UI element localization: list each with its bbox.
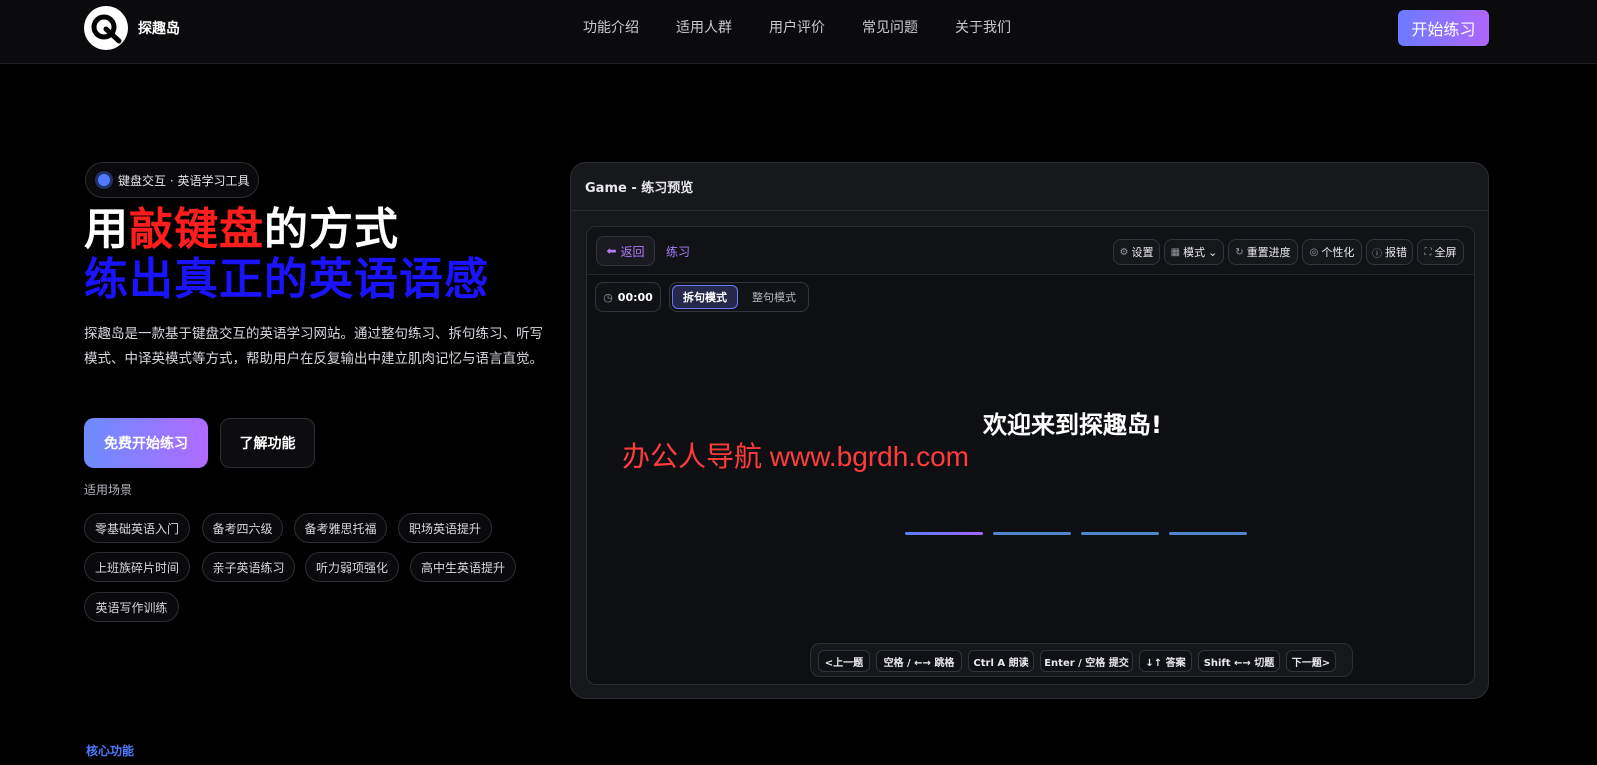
switch-question-key[interactable]: Shift ←→ 切题 [1198, 650, 1280, 672]
tab-whole-mode[interactable]: 整句模式 [742, 285, 806, 309]
read-aloud-key[interactable]: Ctrl A 朗读 [968, 650, 1034, 672]
progress-segment [905, 532, 983, 535]
fullscreen-icon: ⛶ [1424, 246, 1432, 258]
clock-icon: ◷ [603, 290, 613, 304]
brand[interactable]: 探趣岛 [84, 6, 180, 50]
hero-badge: 键盘交互 · 英语学习工具 [85, 162, 259, 198]
next-question-key[interactable]: 下一题> [1286, 650, 1336, 672]
answer-key[interactable]: ↓↑ 答案 [1139, 650, 1192, 672]
hero-description: 探趣岛是一款基于键盘交互的英语学习网站。通过整句练习、拆句练习、听写模式、中译英… [84, 326, 543, 367]
fullscreen-button[interactable]: ⛶ 全屏 [1417, 239, 1464, 265]
shortcut-bar: <上一题 空格 / ←→ 跳格 Ctrl A 朗读 Enter / 空格 提交 … [810, 643, 1353, 677]
settings-label: 设置 [1131, 246, 1154, 259]
core-features-label: 核心功能 [86, 744, 135, 758]
scenario-chip[interactable]: 亲子英语练习 [202, 552, 295, 582]
free-start-button[interactable]: 免费开始练习 [84, 418, 208, 468]
title-part2: 的方式 [264, 204, 399, 255]
progress-segment [1169, 532, 1247, 535]
back-button[interactable]: ⬅ 返回 [596, 236, 655, 266]
grid-icon: ▦ [1170, 246, 1181, 258]
main-nav: 功能介绍 适用人群 用户评价 常见问题 关于我们 [583, 0, 1048, 54]
mode-label: 模式 [1183, 246, 1206, 259]
scenario-chip[interactable]: 高中生英语提升 [410, 552, 516, 582]
back-label: 返回 [620, 244, 645, 259]
badge-dot-icon [98, 174, 110, 186]
game-window: ⬅ 返回 练习 ⚙ 设置 ▦ 模式 ⌄ ↻ 重置进度 ◎ 个性化 ⓘ 报错 ⛶ … [586, 226, 1475, 685]
scenario-chip[interactable]: 英语写作训练 [84, 592, 179, 622]
scenario-chip[interactable]: 备考四六级 [202, 513, 283, 543]
back-arrow-icon: ⬅ [606, 244, 617, 258]
game-preview-panel: Game - 练习预览 ⬅ 返回 练习 ⚙ 设置 ▦ 模式 ⌄ ↻ 重置进度 ◎ [570, 162, 1489, 699]
hero-title: 用敲键盘的方式 练出真正的英语语感 [84, 205, 489, 305]
panel-title: Game - 练习预览 [571, 163, 1488, 211]
refresh-icon: ↻ [1235, 246, 1244, 258]
palette-icon: ◎ [1309, 246, 1319, 258]
report-button[interactable]: ⓘ 报错 [1366, 239, 1413, 265]
scenario-chip[interactable]: 上班族碎片时间 [84, 552, 190, 582]
timer: ◷ 00:00 [595, 282, 661, 312]
reset-progress-button[interactable]: ↻ 重置进度 [1228, 239, 1298, 265]
submit-key[interactable]: Enter / 空格 提交 [1040, 650, 1133, 672]
brand-name: 探趣岛 [138, 21, 180, 37]
breadcrumb-practice[interactable]: 练习 [666, 243, 690, 260]
tab-split-mode[interactable]: 拆句模式 [672, 285, 738, 309]
nav-faq[interactable]: 常见问题 [862, 17, 918, 37]
reset-label: 重置进度 [1246, 246, 1291, 259]
progress-segment [1081, 532, 1159, 535]
hero-title-line1: 用敲键盘的方式 [84, 205, 489, 255]
mode-toggle: 拆句模式 整句模式 [669, 282, 809, 312]
fullscreen-label: 全屏 [1434, 246, 1457, 259]
welcome-text: 欢迎来到探趣岛! [983, 411, 1162, 439]
scenario-chip[interactable]: 听力弱项强化 [305, 552, 399, 582]
progress-segment [993, 532, 1071, 535]
scenario-chip[interactable]: 零基础英语入门 [84, 513, 190, 543]
game-toolbar: ⬅ 返回 练习 ⚙ 设置 ▦ 模式 ⌄ ↻ 重置进度 ◎ 个性化 ⓘ 报错 ⛶ … [587, 227, 1474, 275]
top-navbar: 探趣岛 功能介绍 适用人群 用户评价 常见问题 关于我们 开始练习 [0, 0, 1597, 64]
hero-badge-text: 键盘交互 · 英语学习工具 [118, 173, 250, 188]
logo-icon [84, 6, 128, 50]
nav-features[interactable]: 功能介绍 [583, 17, 639, 37]
nav-about[interactable]: 关于我们 [955, 17, 1011, 37]
nav-audience[interactable]: 适用人群 [676, 17, 732, 37]
start-practice-button[interactable]: 开始练习 [1398, 10, 1489, 46]
gear-icon: ⚙ [1119, 246, 1129, 258]
nav-reviews[interactable]: 用户评价 [769, 17, 825, 37]
report-label: 报错 [1385, 246, 1407, 259]
learn-features-button[interactable]: 了解功能 [220, 418, 315, 468]
chevron-down-icon: ⌄ [1208, 245, 1218, 259]
scenario-chip[interactable]: 备考雅思托福 [294, 513, 387, 543]
skip-key[interactable]: 空格 / ←→ 跳格 [876, 650, 962, 672]
title-part1: 用 [84, 204, 129, 255]
timer-value: 00:00 [617, 290, 653, 304]
hero-title-line2: 练出真正的英语语感 [84, 254, 489, 305]
watermark-text: 办公人导航 www.bgrdh.com [622, 441, 969, 472]
prev-question-key[interactable]: <上一题 [818, 650, 870, 672]
title-highlight: 敲键盘 [129, 204, 264, 255]
personalize-label: 个性化 [1321, 246, 1355, 259]
settings-button[interactable]: ⚙ 设置 [1113, 239, 1160, 265]
mode-dropdown[interactable]: ▦ 模式 ⌄ [1164, 239, 1224, 265]
personalize-button[interactable]: ◎ 个性化 [1302, 239, 1362, 265]
scenario-chip[interactable]: 职场英语提升 [398, 513, 492, 543]
scenarios-label: 适用场景 [84, 483, 133, 497]
alert-icon: ⓘ [1372, 248, 1382, 260]
